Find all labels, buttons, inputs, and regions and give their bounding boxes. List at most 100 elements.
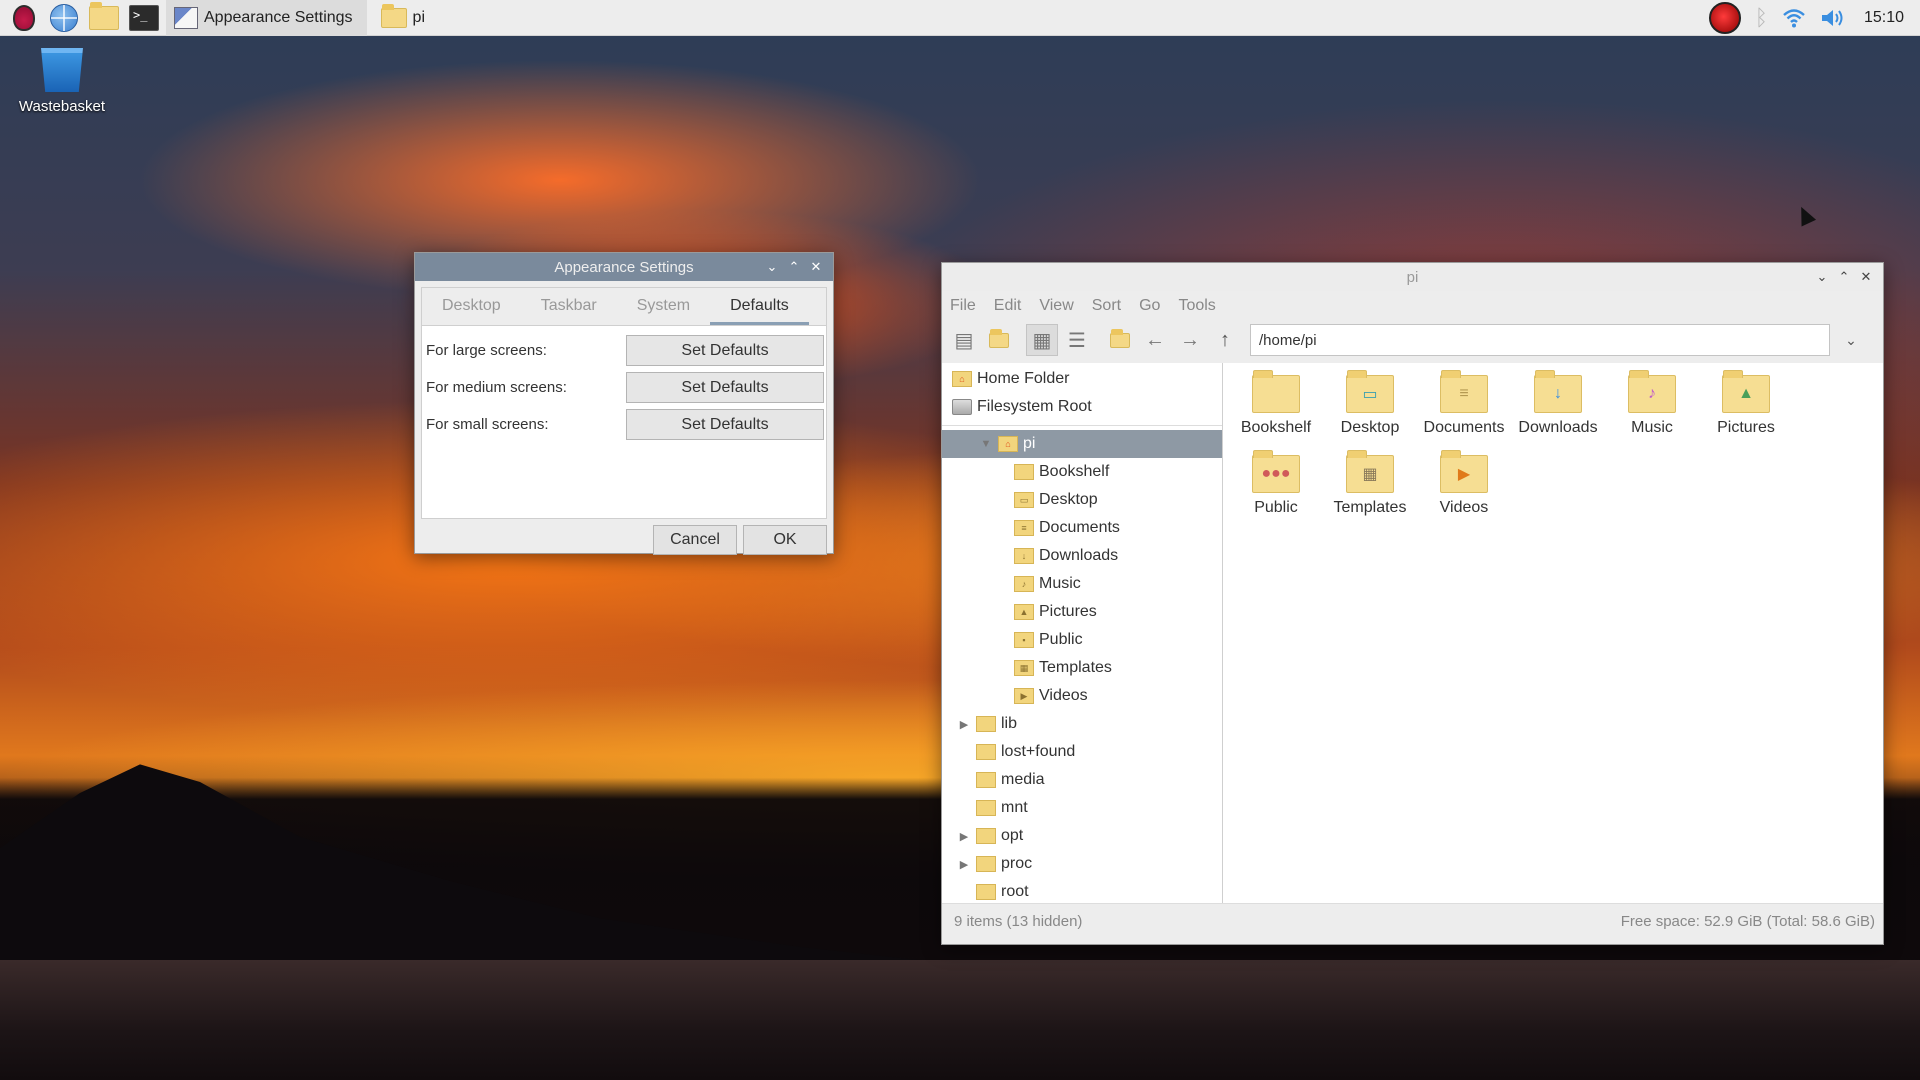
folder-icon — [976, 828, 996, 844]
expander-closed-icon[interactable]: ▶ — [956, 830, 972, 843]
forward-arrow-icon[interactable]: → — [1174, 324, 1206, 356]
menu-tools[interactable]: Tools — [1178, 297, 1215, 315]
tree-node-label: Templates — [1039, 659, 1112, 676]
up-arrow-icon[interactable]: ↑ — [1209, 324, 1241, 356]
file-item-music[interactable]: ♪ Music — [1605, 369, 1699, 449]
place-home-folder[interactable]: ⌂ Home Folder — [942, 365, 1222, 393]
file-manager-titlebar[interactable]: pi ⌄ ⌃ ✕ — [942, 263, 1883, 291]
tab-defaults[interactable]: Defaults — [710, 288, 809, 325]
file-manager-body: ⌂ Home Folder Filesystem Root ▼ ⌂ pi Booksh… — [942, 363, 1883, 903]
set-defaults-small-button[interactable]: Set Defaults — [626, 409, 824, 440]
web-browser-icon[interactable] — [46, 0, 82, 36]
folder-icon — [1252, 370, 1300, 413]
record-icon[interactable] — [1708, 1, 1741, 34]
tree-node[interactable]: mnt — [942, 794, 1222, 822]
file-item-public[interactable]: ●●● Public — [1229, 449, 1323, 529]
menu-view[interactable]: View — [1039, 297, 1073, 315]
file-item-desktop[interactable]: ▭ Desktop — [1323, 369, 1417, 449]
file-item-downloads[interactable]: ↓ Downloads — [1511, 369, 1605, 449]
path-input[interactable]: /home/pi — [1250, 324, 1830, 356]
tree-node[interactable]: ▶ Videos — [942, 682, 1222, 710]
terminal-icon[interactable]: >_ — [126, 0, 162, 36]
clock[interactable]: 15:10 — [1864, 9, 1904, 27]
cancel-button[interactable]: Cancel — [653, 525, 737, 555]
folder-icon: ▦ — [1014, 660, 1034, 676]
file-item-bookshelf[interactable]: Bookshelf — [1229, 369, 1323, 449]
tree-node[interactable]: ▶ lib — [942, 710, 1222, 738]
file-item-pictures[interactable]: ▲ Pictures — [1699, 369, 1793, 449]
place-filesystem-root[interactable]: Filesystem Root — [942, 393, 1222, 421]
folder-icon: ▶ — [1014, 688, 1034, 704]
menu-sort[interactable]: Sort — [1092, 297, 1121, 315]
file-manager-icon[interactable] — [86, 0, 122, 36]
menu-edit[interactable]: Edit — [994, 297, 1022, 315]
file-grid: Bookshelf ▭ Desktop ≡ Documents ↓ Downloads ♪ Mu… — [1223, 363, 1883, 529]
tree-node[interactable]: ↓ Downloads — [942, 542, 1222, 570]
file-item-videos[interactable]: ▶ Videos — [1417, 449, 1511, 529]
ok-button[interactable]: OK — [743, 525, 827, 555]
tree-node-label: Desktop — [1039, 491, 1098, 508]
expander-closed-icon[interactable]: ▶ — [956, 858, 972, 871]
tree-node[interactable]: ♪ Music — [942, 570, 1222, 598]
appearance-settings-titlebar[interactable]: Appearance Settings ⌄ ⌃ ✕ — [415, 253, 833, 281]
expander-open-icon[interactable]: ▼ — [978, 438, 994, 450]
task-label: pi — [412, 8, 425, 26]
file-item-documents[interactable]: ≡ Documents — [1417, 369, 1511, 449]
maximize-button[interactable]: ⌃ — [1833, 266, 1855, 288]
raspberry-pi-menu-icon[interactable] — [6, 0, 42, 36]
bluetooth-icon[interactable]: ᛒ — [1755, 5, 1768, 31]
folder-icon: ♪ — [1014, 576, 1034, 592]
close-button[interactable]: ✕ — [1855, 266, 1877, 288]
tree-node[interactable]: ▦ Templates — [942, 654, 1222, 682]
volume-icon[interactable] — [1820, 7, 1846, 29]
tree-node[interactable]: ▲ Pictures — [942, 598, 1222, 626]
desktop-icon-wastebasket[interactable]: Wastebasket — [10, 48, 114, 115]
set-defaults-medium-button[interactable]: Set Defaults — [626, 372, 824, 403]
close-button[interactable]: ✕ — [805, 256, 827, 278]
folder-icon — [1014, 464, 1034, 480]
chevron-down-icon[interactable]: ⌄ — [1836, 332, 1866, 349]
new-window-icon[interactable]: ▤ — [948, 324, 980, 356]
maximize-button[interactable]: ⌃ — [783, 256, 805, 278]
settings-tabs: Desktop Taskbar System Defaults — [421, 287, 827, 325]
file-item-label: Downloads — [1518, 419, 1598, 436]
tree-node-label: mnt — [1001, 799, 1028, 816]
tab-taskbar[interactable]: Taskbar — [521, 288, 617, 325]
tree-node-label: Downloads — [1039, 547, 1119, 564]
tree-node-label: proc — [1001, 855, 1033, 872]
menu-file[interactable]: File — [950, 297, 976, 315]
tree-node[interactable]: ▶ proc — [942, 850, 1222, 878]
list-view-icon[interactable]: ☰ — [1061, 324, 1093, 356]
tree-node-label: media — [1001, 771, 1045, 788]
tab-desktop[interactable]: Desktop — [422, 288, 521, 325]
tree-node[interactable]: ▪ Public — [942, 626, 1222, 654]
minimize-button[interactable]: ⌄ — [1811, 266, 1833, 288]
tree-node[interactable]: lost+found — [942, 738, 1222, 766]
home-icon[interactable] — [1104, 324, 1136, 356]
tree-node[interactable]: Bookshelf — [942, 458, 1222, 486]
wifi-icon[interactable] — [1782, 7, 1806, 29]
tab-system[interactable]: System — [617, 288, 710, 325]
icon-view-icon[interactable]: ▦ — [1026, 324, 1058, 356]
tree-node[interactable]: ▼ ⌂ pi — [942, 430, 1222, 458]
new-folder-icon[interactable] — [983, 324, 1015, 356]
tree-node[interactable]: root — [942, 878, 1222, 903]
set-defaults-large-button[interactable]: Set Defaults — [626, 335, 824, 366]
place-label: Filesystem Root — [977, 398, 1092, 415]
expander-closed-icon[interactable]: ▶ — [956, 718, 972, 731]
back-arrow-icon[interactable]: ← — [1139, 324, 1171, 356]
taskbar-task-appearance-settings[interactable]: Appearance Settings — [166, 0, 367, 36]
defaults-panel: For large screens: Set Defaults For medi… — [421, 325, 827, 519]
file-item-label: Pictures — [1717, 419, 1775, 436]
tree-node[interactable]: ▭ Desktop — [942, 486, 1222, 514]
file-item-templates[interactable]: ▦ Templates — [1323, 449, 1417, 529]
tree-node[interactable]: ▶ opt — [942, 822, 1222, 850]
menu-go[interactable]: Go — [1139, 297, 1160, 315]
taskbar: >_ Appearance Settings pi ᛒ 15:10 — [0, 0, 1920, 36]
tree-node[interactable]: media — [942, 766, 1222, 794]
taskbar-task-pi[interactable]: pi — [373, 0, 439, 36]
defaults-row-small: For small screens: Set Defaults — [422, 406, 826, 443]
tree-node[interactable]: ≡ Documents — [942, 514, 1222, 542]
file-item-label: Music — [1631, 419, 1673, 436]
minimize-button[interactable]: ⌄ — [761, 256, 783, 278]
